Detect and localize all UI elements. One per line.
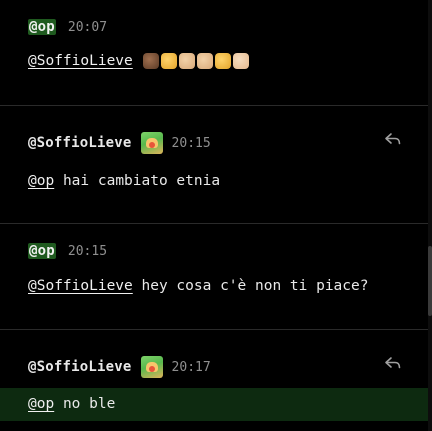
message-item: @SoffioLieve 20:17 @op no ble — [0, 330, 428, 431]
message-time: 20:17 — [171, 359, 211, 375]
message-text: hai cambiato etnia — [62, 173, 221, 189]
gold-hand-emoji — [160, 53, 177, 69]
message-feed: @op 20:07 @SoffioLieve @SoffioLieve 20:1… — [0, 0, 428, 431]
message-time: 20:07 — [67, 19, 108, 35]
thumbs-up-emoji — [232, 53, 249, 69]
author-name[interactable]: @SoffioLieve — [28, 359, 132, 375]
ok-hand-emoji — [178, 53, 195, 69]
message-body: @op no ble — [28, 396, 115, 412]
message-item: @op 20:15 @SoffioLieve hey cosa c'è non … — [0, 224, 428, 329]
author-name-op[interactable]: @op — [28, 243, 56, 259]
mention-link[interactable]: @op — [28, 173, 54, 189]
message-body: @SoffioLieve — [28, 53, 249, 69]
avatar[interactable] — [140, 356, 163, 378]
reply-icon[interactable] — [384, 356, 402, 370]
scrollbar-thumb[interactable] — [428, 246, 432, 316]
mention-link[interactable]: @op — [28, 396, 54, 412]
message-text: hey cosa c'è non ti piace? — [141, 278, 369, 294]
emoji-reaction-row — [142, 53, 249, 69]
mention-link[interactable]: @SoffioLieve — [28, 278, 133, 294]
reply-icon[interactable] — [384, 132, 402, 146]
message-time: 20:15 — [171, 135, 211, 151]
message-body: @op hai cambiato etnia — [28, 173, 220, 189]
message-header: @op 20:07 — [28, 19, 107, 35]
victory-hand-emoji — [214, 53, 231, 69]
message-text: no ble — [62, 396, 116, 412]
message-header: @op 20:15 — [28, 243, 107, 259]
message-header: @SoffioLieve 20:15 — [28, 132, 211, 154]
scrollbar-track[interactable] — [428, 0, 432, 431]
author-name[interactable]: @SoffioLieve — [28, 135, 132, 151]
message-header: @SoffioLieve 20:17 — [28, 356, 211, 378]
mention-link[interactable]: @SoffioLieve — [28, 53, 133, 69]
message-time: 20:15 — [67, 243, 108, 259]
message-item: @SoffioLieve 20:15 @op hai cambiato etni… — [0, 106, 428, 223]
avatar[interactable] — [140, 132, 163, 154]
pinch-hand-emoji — [196, 53, 213, 69]
message-body: @SoffioLieve hey cosa c'è non ti piace? — [28, 278, 368, 294]
message-item: @op 20:07 @SoffioLieve — [0, 0, 428, 105]
author-name-op[interactable]: @op — [28, 19, 56, 35]
dark-hand-emoji — [142, 53, 159, 69]
